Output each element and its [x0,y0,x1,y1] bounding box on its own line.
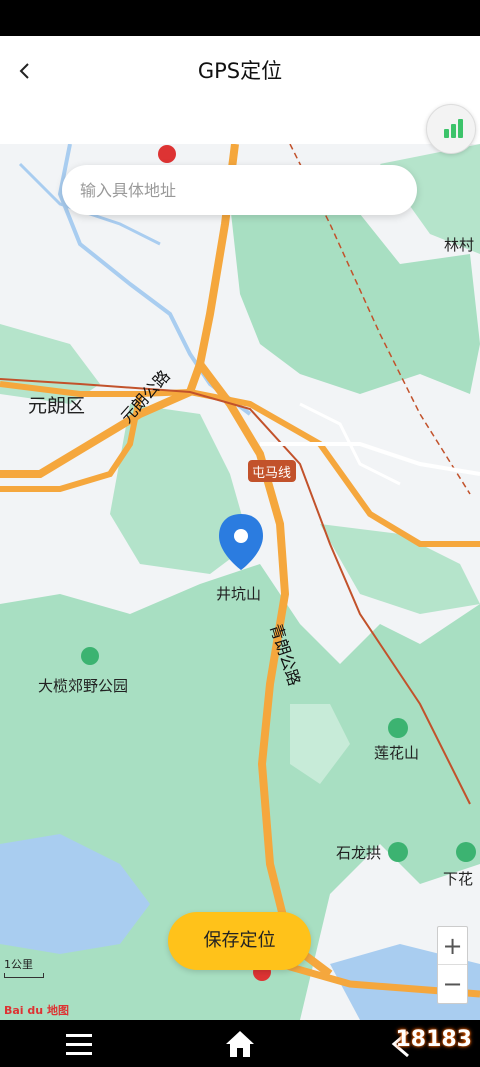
zoom-in-button[interactable]: + [438,927,467,965]
home-icon [226,1031,254,1057]
label-lamtsuen: 林村 [444,236,474,254]
save-location-button[interactable]: 保存定位 [168,912,311,970]
label-hafa: 下花 [443,870,473,888]
zoom-control: + − [437,926,468,1004]
mountain-icon [388,718,408,738]
label-tailam-park: 大榄郊野公园 [38,677,128,695]
header [0,36,480,144]
status-bar [0,0,480,36]
label-yuenlong: 元朗区 [28,395,85,417]
home-button[interactable] [222,1028,258,1060]
menu-icon [66,1034,92,1055]
scale-bar: 1公里 [4,956,44,978]
label-shilonggong: 石龙拱 [336,844,381,862]
zoom-out-button[interactable]: − [438,965,467,1003]
map-view[interactable]: 元朗区 元朗公路 屯马线 井坑山 大榄郊野公园 青朗公路 莲花山 石龙拱 下花 … [0,144,480,1020]
page-title: GPS定位 [197,59,283,83]
label-linfashan: 莲花山 [374,744,419,762]
menu-button[interactable] [62,1028,98,1060]
forest-area [320,524,480,614]
search-input[interactable] [62,165,417,215]
baidu-map-logo: Bai du 地图 [4,1004,69,1017]
label-tuenma-line: 屯马线 [252,466,291,481]
watermark-logo: 18183 [395,1027,472,1052]
search-box[interactable] [62,165,417,215]
gps-signal-icon[interactable] [426,104,476,154]
scale-label: 1公里 [4,958,33,971]
park-icon [81,647,99,665]
metro-icon [158,145,176,163]
mountain-icon [456,842,476,862]
mountain-icon [388,842,408,862]
label-jingkengshan: 井坑山 [216,585,261,603]
